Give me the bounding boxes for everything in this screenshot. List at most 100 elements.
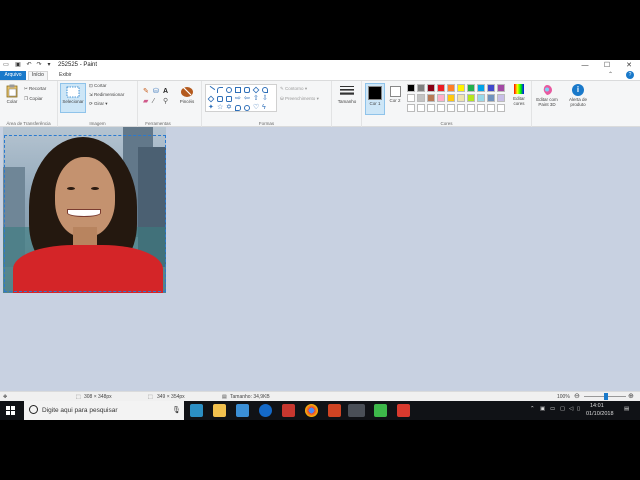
paint-taskbar-icon[interactable] bbox=[348, 404, 365, 417]
custom-palette-swatch[interactable] bbox=[407, 104, 415, 112]
minimize-button[interactable]: — bbox=[576, 61, 594, 70]
hexagon-shape-icon[interactable] bbox=[226, 96, 232, 102]
zoom-in-icon[interactable]: ⊕ bbox=[628, 392, 634, 400]
powerpoint-icon[interactable] bbox=[328, 404, 341, 417]
tray-app-icon[interactable]: ▣ bbox=[540, 406, 545, 412]
custom-palette-swatch[interactable] bbox=[457, 104, 465, 112]
heart-shape-icon[interactable]: ♡ bbox=[253, 104, 259, 111]
oval-callout-shape-icon[interactable] bbox=[244, 105, 250, 111]
diamond-shape-icon[interactable] bbox=[207, 95, 215, 103]
palette-swatch[interactable] bbox=[447, 84, 455, 92]
rectangle-shape-icon[interactable] bbox=[235, 87, 241, 93]
palette-swatch[interactable] bbox=[497, 94, 505, 102]
magnifier-icon[interactable]: ⚲ bbox=[163, 98, 170, 105]
four-point-star-shape-icon[interactable]: ✦ bbox=[208, 104, 214, 111]
custom-palette-swatch[interactable] bbox=[467, 104, 475, 112]
palette-swatch[interactable] bbox=[427, 84, 435, 92]
tab-file[interactable]: Arquivo bbox=[0, 71, 26, 80]
color-picker-icon[interactable]: ⁄ bbox=[153, 98, 160, 105]
save-icon[interactable]: ▣ bbox=[14, 61, 22, 69]
select-button[interactable]: Selecionar bbox=[60, 83, 86, 113]
down-arrow-shape-icon[interactable]: ⇩ bbox=[262, 95, 268, 102]
network-icon[interactable]: ▭ bbox=[550, 406, 555, 412]
palette-swatch[interactable] bbox=[407, 94, 415, 102]
edge-icon[interactable] bbox=[259, 404, 272, 417]
resize-button[interactable]: ⇲ Redimensionar bbox=[89, 92, 124, 98]
microphone-icon[interactable]: 🎙 bbox=[172, 406, 181, 414]
palette-swatch[interactable] bbox=[497, 84, 505, 92]
size-button[interactable]: Tamanho bbox=[335, 84, 359, 104]
zoom-slider-thumb[interactable] bbox=[604, 393, 608, 400]
tray-up-icon[interactable]: ⌃ bbox=[530, 406, 535, 412]
brushes-button[interactable]: Pincéis bbox=[176, 84, 198, 104]
edit-with-paint3d-button[interactable]: Editar com Paint 3D bbox=[532, 84, 562, 107]
tray-chat-icon[interactable]: ▢ bbox=[560, 406, 565, 412]
eraser-icon[interactable]: ▰ bbox=[143, 98, 150, 105]
palette-swatch[interactable] bbox=[477, 94, 485, 102]
edit-colors-button[interactable]: Editar cores bbox=[508, 83, 530, 106]
line-shape-icon[interactable] bbox=[206, 85, 216, 95]
palette-swatch[interactable] bbox=[447, 94, 455, 102]
palette-swatch[interactable] bbox=[407, 84, 415, 92]
paste-button[interactable]: Colar bbox=[3, 84, 21, 104]
pentagon-shape-icon[interactable] bbox=[217, 96, 223, 102]
palette-swatch[interactable] bbox=[487, 84, 495, 92]
maximize-button[interactable]: ☐ bbox=[598, 61, 616, 70]
custom-palette-swatch[interactable] bbox=[417, 104, 425, 112]
redo-icon[interactable]: ↷ bbox=[35, 61, 43, 69]
search-box[interactable]: Digite aqui para pesquisar 🎙 bbox=[24, 401, 184, 420]
palette-swatch[interactable] bbox=[467, 84, 475, 92]
copy-button[interactable]: ❐ Copiar bbox=[24, 96, 43, 102]
crop-button[interactable]: ⊡ Cortar bbox=[89, 83, 107, 89]
customize-toolbar-icon[interactable]: ▾ bbox=[45, 61, 53, 69]
palette-swatch[interactable] bbox=[467, 94, 475, 102]
windows-start-icon[interactable] bbox=[6, 406, 15, 415]
right-arrow-shape-icon[interactable]: ⇨ bbox=[235, 95, 241, 102]
palette-swatch[interactable] bbox=[477, 84, 485, 92]
custom-palette-swatch[interactable] bbox=[477, 104, 485, 112]
oval-shape-icon[interactable] bbox=[226, 87, 232, 93]
pencil-icon[interactable]: ✎ bbox=[143, 88, 150, 95]
palette-swatch[interactable] bbox=[417, 94, 425, 102]
polygon-shape-icon[interactable] bbox=[252, 86, 260, 94]
clock-time[interactable]: 14:01 bbox=[590, 403, 604, 409]
fill-dropdown[interactable]: ⛁ Preenchimento ▾ bbox=[280, 96, 319, 102]
volume-icon[interactable]: ◁ bbox=[569, 406, 573, 412]
selection-rectangle[interactable] bbox=[4, 135, 166, 292]
custom-palette-swatch[interactable] bbox=[447, 104, 455, 112]
palette-swatch[interactable] bbox=[457, 94, 465, 102]
palette-swatch[interactable] bbox=[437, 84, 445, 92]
palette-swatch[interactable] bbox=[457, 84, 465, 92]
close-button[interactable]: ✕ bbox=[620, 61, 638, 70]
color1-button[interactable]: Cor 1 bbox=[365, 83, 385, 115]
taskbar-app-l-icon[interactable] bbox=[190, 404, 203, 417]
palette-swatch[interactable] bbox=[487, 94, 495, 102]
triangle-shape-icon[interactable] bbox=[262, 87, 268, 93]
product-alert-button[interactable]: i Alerta de produto bbox=[564, 84, 592, 107]
clock-date[interactable]: 01/10/2018 bbox=[586, 411, 614, 417]
left-arrow-shape-icon[interactable]: ⇦ bbox=[244, 95, 250, 102]
custom-palette-swatch[interactable] bbox=[427, 104, 435, 112]
rounded-rectangle-shape-icon[interactable] bbox=[244, 87, 250, 93]
custom-palette-swatch[interactable] bbox=[487, 104, 495, 112]
outline-dropdown[interactable]: ✎ Contorno ▾ bbox=[280, 86, 307, 92]
palette-swatch[interactable] bbox=[427, 94, 435, 102]
help-icon[interactable]: ? bbox=[626, 71, 634, 79]
undo-icon[interactable]: ↶ bbox=[25, 61, 33, 69]
canvas-area[interactable] bbox=[0, 127, 640, 391]
rotate-button[interactable]: ⟳ Girar ▾ bbox=[89, 101, 108, 107]
text-tool-icon[interactable]: A bbox=[163, 88, 170, 95]
five-point-star-shape-icon[interactable]: ☆ bbox=[217, 104, 223, 111]
color2-button[interactable]: Cor 2 bbox=[386, 83, 404, 103]
taskbar-app-recorder-icon[interactable] bbox=[397, 404, 410, 417]
file-explorer-icon[interactable] bbox=[213, 404, 226, 417]
custom-palette-swatch[interactable] bbox=[497, 104, 505, 112]
battery-icon[interactable]: ▯ bbox=[577, 406, 580, 412]
curve-shape-icon[interactable] bbox=[217, 87, 223, 93]
taskbar-app-red-icon[interactable] bbox=[282, 404, 295, 417]
zoom-out-icon[interactable]: ⊖ bbox=[574, 392, 580, 400]
notifications-icon[interactable]: ▤ bbox=[624, 406, 629, 412]
six-point-star-shape-icon[interactable]: ✡ bbox=[226, 104, 232, 111]
collapse-ribbon-icon[interactable]: ⌃ bbox=[608, 71, 613, 78]
camtasia-icon[interactable] bbox=[374, 404, 387, 417]
